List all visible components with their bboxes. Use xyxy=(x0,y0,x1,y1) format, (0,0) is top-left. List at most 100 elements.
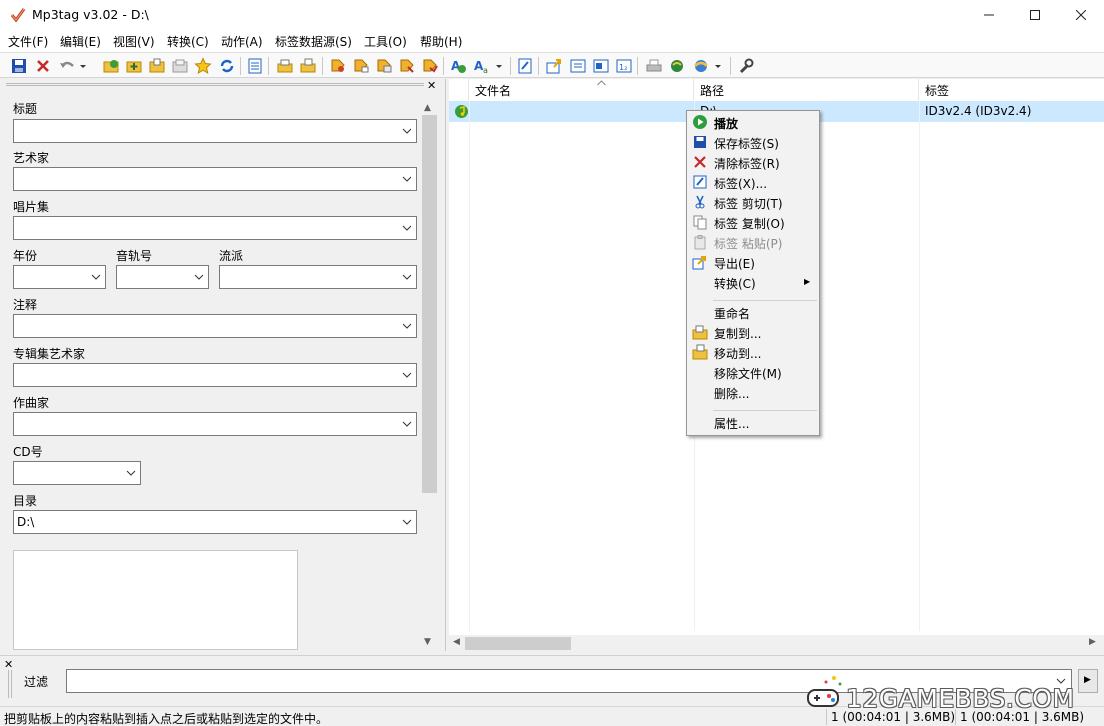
maximize-button[interactable] xyxy=(1012,0,1058,30)
ctx-paste-tag[interactable]: 标签 粘贴(P) xyxy=(687,232,819,252)
menu-actions[interactable]: 动作(A) xyxy=(221,33,263,50)
comment-combo[interactable] xyxy=(13,314,417,338)
ctx-label: 播放 xyxy=(714,117,739,131)
playlist-icon[interactable] xyxy=(569,57,587,75)
export-icon[interactable] xyxy=(545,57,563,75)
scroll-up-icon[interactable]: ▲ xyxy=(424,103,431,113)
open-icon[interactable] xyxy=(276,57,294,75)
ctx-save-tag[interactable]: 保存标签(S) xyxy=(687,132,819,152)
filter-grip[interactable] xyxy=(8,670,12,698)
column-header-path[interactable]: 路径 xyxy=(694,79,919,100)
directory-label: 目录 xyxy=(13,494,38,508)
column-label: 路径 xyxy=(700,84,725,98)
ctx-properties[interactable]: 属性... xyxy=(687,412,819,432)
watermark-gamepad-icon xyxy=(807,676,842,707)
album-combo[interactable] xyxy=(13,216,417,240)
print-icon[interactable] xyxy=(645,57,663,75)
load-folder-icon[interactable] xyxy=(148,57,166,75)
menu-help[interactable]: 帮助(H) xyxy=(420,33,462,50)
settings-wrench-icon[interactable] xyxy=(737,57,755,75)
disc-label: CD号 xyxy=(13,445,43,459)
file-list-hscrollbar[interactable]: ◀ ▶ xyxy=(449,635,1104,652)
tag-filename-icon[interactable] xyxy=(329,57,347,75)
track-combo[interactable] xyxy=(116,265,209,289)
case-dropdown-arrow-icon[interactable] xyxy=(494,57,504,75)
genre-combo[interactable] xyxy=(219,265,417,289)
composer-combo[interactable] xyxy=(13,412,417,436)
disc-combo[interactable] xyxy=(13,461,141,485)
add-folder-icon[interactable] xyxy=(102,57,120,75)
actions-icon[interactable] xyxy=(421,57,439,75)
folder-icon[interactable] xyxy=(171,57,189,75)
ctx-edit-tag[interactable]: 标签(X)... xyxy=(687,172,819,192)
ctx-delete[interactable]: 删除... xyxy=(687,382,819,402)
ctx-label: 复制到... xyxy=(714,327,762,341)
ctx-play[interactable]: 播放 xyxy=(687,112,819,132)
column-header-tag[interactable]: 标签 xyxy=(919,79,1104,100)
menu-tag-sources[interactable]: 标签数据源(S) xyxy=(275,33,352,50)
tag-panel-scrollbar[interactable]: ▲ ▼ xyxy=(421,103,438,649)
filter-label: 过滤 xyxy=(24,675,49,689)
toolbar-separator xyxy=(510,57,511,75)
favorite-star-icon[interactable] xyxy=(194,57,212,75)
column-label: 文件名 xyxy=(475,84,512,98)
globe-dropdown-arrow-icon[interactable] xyxy=(713,57,723,75)
edit-tag-icon[interactable] xyxy=(516,57,534,75)
cover-art-box[interactable] xyxy=(13,550,298,650)
menu-tools[interactable]: 工具(O) xyxy=(364,33,407,50)
directory-combo[interactable]: D:\ xyxy=(13,510,417,534)
minimize-button[interactable] xyxy=(966,0,1012,30)
scrollbar-thumb[interactable] xyxy=(465,637,571,650)
menu-view[interactable]: 视图(V) xyxy=(113,33,155,50)
ctx-move-to[interactable]: 移动到... xyxy=(687,342,819,362)
menu-file[interactable]: 文件(F) xyxy=(8,33,48,50)
artist-combo[interactable] xyxy=(13,167,417,191)
panel-grip[interactable] xyxy=(6,83,424,86)
close-button[interactable] xyxy=(1058,0,1104,30)
copy-folder-icon[interactable] xyxy=(299,57,317,75)
scroll-down-icon[interactable]: ▼ xyxy=(424,637,431,647)
ctx-rename[interactable]: 重命名 xyxy=(687,302,819,322)
filename-tag-icon[interactable] xyxy=(352,57,370,75)
refresh-icon[interactable] xyxy=(218,57,236,75)
column-header-icon[interactable] xyxy=(449,79,469,100)
ctx-cut-tag[interactable]: 标签 剪切(T) xyxy=(687,192,819,212)
ctx-convert[interactable]: 转换(C) ▶ xyxy=(687,272,819,292)
track-label: 音轨号 xyxy=(116,249,153,263)
view-icon[interactable] xyxy=(246,57,264,75)
export-icon xyxy=(692,256,706,270)
scroll-right-icon[interactable]: ▶ xyxy=(1089,637,1096,647)
playlist2-icon[interactable] xyxy=(592,57,610,75)
globe-icon[interactable] xyxy=(692,57,710,75)
panel-close-icon[interactable]: ✕ xyxy=(427,79,436,92)
remove-tag-icon[interactable] xyxy=(34,57,52,75)
filter-apply-button[interactable]: ▶ xyxy=(1078,669,1098,693)
title-combo[interactable] xyxy=(13,119,417,143)
ctx-remove-file[interactable]: 移除文件(M) xyxy=(687,362,819,382)
menu-convert[interactable]: 转换(C) xyxy=(167,33,209,50)
text-tag-icon[interactable] xyxy=(375,57,393,75)
auto-number-icon[interactable]: A xyxy=(450,57,468,75)
mp3tag-window: Mp3tag v3.02 - D:\ 文件(F) 编辑(E) 视图(V) 转换(… xyxy=(0,0,1104,726)
undo-icon[interactable] xyxy=(58,57,76,75)
ctx-copy-tag[interactable]: 标签 复制(O) xyxy=(687,212,819,232)
numbering-icon[interactable]: 1₂ xyxy=(615,57,633,75)
tag-tag-icon[interactable] xyxy=(398,57,416,75)
ctx-label: 标签 剪切(T) xyxy=(714,197,783,211)
album-artist-combo[interactable] xyxy=(13,363,417,387)
case-convert-icon[interactable]: Aa xyxy=(473,57,491,75)
ctx-export[interactable]: 导出(E) xyxy=(687,252,819,272)
save-icon[interactable] xyxy=(10,57,28,75)
column-header-filename[interactable]: 文件名 xyxy=(469,79,694,100)
scrollbar-thumb[interactable] xyxy=(422,115,437,493)
ctx-remove-tag[interactable]: 清除标签(R) xyxy=(687,152,819,172)
undo-dropdown-arrow-icon[interactable] xyxy=(78,57,88,75)
year-combo[interactable] xyxy=(13,265,106,289)
add-files-icon[interactable] xyxy=(125,57,143,75)
minimize-icon xyxy=(984,14,994,16)
ctx-copy-to[interactable]: 复制到... xyxy=(687,322,819,342)
menu-edit[interactable]: 编辑(E) xyxy=(60,33,101,50)
scroll-left-icon[interactable]: ◀ xyxy=(453,637,460,647)
ctx-label: 导出(E) xyxy=(714,257,755,271)
web-sources-icon[interactable] xyxy=(668,57,686,75)
